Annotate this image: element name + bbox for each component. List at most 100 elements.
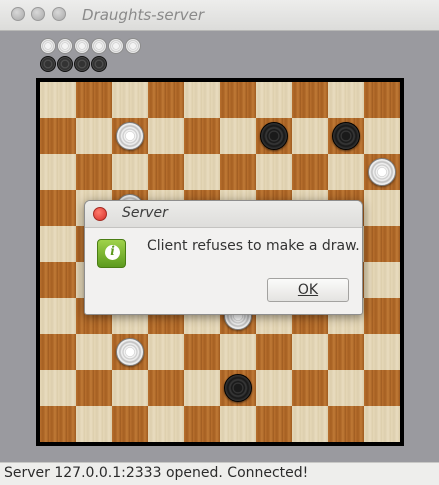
captured-black-piece	[40, 56, 56, 72]
black-piece[interactable]	[224, 374, 252, 402]
board-square[interactable]	[112, 82, 148, 118]
captured-black-piece	[74, 56, 90, 72]
board-square[interactable]	[328, 82, 364, 118]
board-square[interactable]	[148, 334, 184, 370]
board-square[interactable]	[184, 406, 220, 442]
captured-white-piece	[57, 38, 73, 54]
board-square[interactable]	[40, 262, 76, 298]
board-square[interactable]	[364, 298, 400, 334]
board-square[interactable]	[40, 154, 76, 190]
board-square[interactable]	[328, 406, 364, 442]
board-square[interactable]	[220, 406, 256, 442]
board-square[interactable]	[364, 406, 400, 442]
board-square[interactable]	[40, 226, 76, 262]
board-square[interactable]	[112, 154, 148, 190]
window-title: Draughts-server	[82, 6, 205, 24]
board-square[interactable]	[40, 190, 76, 226]
board-square[interactable]	[112, 334, 148, 370]
captured-white-piece	[74, 38, 90, 54]
board-square[interactable]	[184, 334, 220, 370]
dialog-message: Client refuses to make a draw.	[147, 238, 360, 254]
captured-white-piece	[91, 38, 107, 54]
board-square[interactable]	[184, 82, 220, 118]
info-icon: i	[97, 239, 126, 268]
window-title-bar: Draughts-server	[0, 0, 439, 31]
board-square[interactable]	[364, 334, 400, 370]
board-square[interactable]	[292, 154, 328, 190]
status-bar: Server 127.0.0.1:2333 opened. Connected!	[0, 462, 439, 485]
board-square[interactable]	[328, 154, 364, 190]
board-square[interactable]	[148, 154, 184, 190]
board-square[interactable]	[112, 118, 148, 154]
board-square[interactable]	[220, 82, 256, 118]
status-text: Server 127.0.0.1:2333 opened. Connected!	[4, 465, 309, 481]
board-square[interactable]	[292, 82, 328, 118]
board-square[interactable]	[184, 370, 220, 406]
board-square[interactable]	[76, 82, 112, 118]
board-square[interactable]	[184, 118, 220, 154]
dialog-close-button[interactable]	[93, 207, 107, 221]
captured-white-row	[40, 38, 141, 56]
dialog-title-bar: Server	[85, 201, 362, 228]
board-square[interactable]	[76, 154, 112, 190]
captured-black-row	[40, 56, 141, 74]
captured-white-piece	[125, 38, 141, 54]
white-piece[interactable]	[116, 122, 144, 150]
captured-black-piece	[91, 56, 107, 72]
board-square[interactable]	[364, 190, 400, 226]
white-piece[interactable]	[368, 158, 396, 186]
captured-white-piece	[108, 38, 124, 54]
board-square[interactable]	[328, 370, 364, 406]
board-square[interactable]	[256, 406, 292, 442]
board-square[interactable]	[76, 118, 112, 154]
board-square[interactable]	[256, 370, 292, 406]
board-square[interactable]	[148, 370, 184, 406]
board-square[interactable]	[40, 334, 76, 370]
captured-white-piece	[40, 38, 56, 54]
server-dialog: Server i Client refuses to make a draw. …	[84, 200, 363, 315]
board-square[interactable]	[76, 370, 112, 406]
board-square[interactable]	[40, 82, 76, 118]
board-square[interactable]	[220, 154, 256, 190]
board-square[interactable]	[364, 118, 400, 154]
board-square[interactable]	[328, 334, 364, 370]
board-square[interactable]	[256, 118, 292, 154]
board-square[interactable]	[184, 154, 220, 190]
black-piece[interactable]	[260, 122, 288, 150]
maximize-window-button[interactable]	[52, 7, 66, 21]
board-square[interactable]	[256, 154, 292, 190]
board-square[interactable]	[76, 334, 112, 370]
board-square[interactable]	[40, 406, 76, 442]
board-square[interactable]	[148, 118, 184, 154]
ok-button[interactable]: OK	[267, 278, 349, 302]
board-square[interactable]	[112, 370, 148, 406]
board-square[interactable]	[364, 154, 400, 190]
close-window-button[interactable]	[11, 7, 25, 21]
board-square[interactable]	[40, 370, 76, 406]
board-square[interactable]	[220, 118, 256, 154]
board-square[interactable]	[292, 118, 328, 154]
board-square[interactable]	[40, 298, 76, 334]
board-square[interactable]	[148, 406, 184, 442]
board-square[interactable]	[364, 262, 400, 298]
board-square[interactable]	[220, 370, 256, 406]
board-square[interactable]	[256, 334, 292, 370]
board-square[interactable]	[76, 406, 112, 442]
board-square[interactable]	[328, 118, 364, 154]
board-square[interactable]	[292, 406, 328, 442]
white-piece[interactable]	[116, 338, 144, 366]
captured-black-piece	[57, 56, 73, 72]
minimize-window-button[interactable]	[31, 7, 45, 21]
black-piece[interactable]	[332, 122, 360, 150]
board-square[interactable]	[40, 118, 76, 154]
board-square[interactable]	[148, 82, 184, 118]
board-square[interactable]	[364, 82, 400, 118]
board-square[interactable]	[112, 406, 148, 442]
board-square[interactable]	[292, 370, 328, 406]
board-square[interactable]	[292, 334, 328, 370]
board-square[interactable]	[364, 226, 400, 262]
board-square[interactable]	[364, 370, 400, 406]
ok-label: OK	[297, 282, 319, 298]
board-square[interactable]	[220, 334, 256, 370]
board-square[interactable]	[256, 82, 292, 118]
